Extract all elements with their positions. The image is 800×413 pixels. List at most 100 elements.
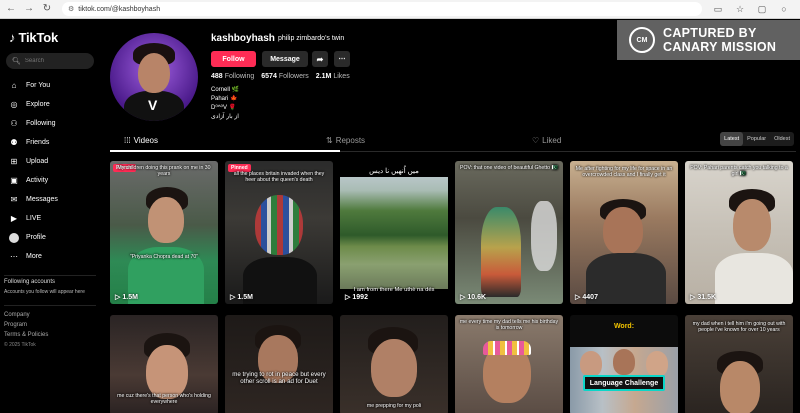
video-card[interactable]: my dad when i tell him i'm going out wit… bbox=[685, 315, 793, 413]
video-card[interactable]: POV: Pahari parents catch you talking to… bbox=[685, 161, 793, 304]
sidebar-item-label: LIVE bbox=[26, 215, 42, 222]
footer-link-program[interactable]: Program bbox=[4, 322, 96, 328]
search-input[interactable] bbox=[24, 58, 85, 64]
followers-count: 6574 bbox=[261, 73, 277, 80]
sidebar-item-for-you[interactable]: ⌂ For You bbox=[9, 76, 58, 95]
tab-reposts[interactable]: ⇅ Reposts bbox=[326, 136, 365, 145]
message-button[interactable]: Message bbox=[262, 51, 308, 67]
video-caption: POV: Pahari parents catch you talking to… bbox=[690, 165, 788, 178]
sidebar-item-label: Explore bbox=[26, 101, 50, 108]
back-icon[interactable]: ← bbox=[4, 2, 18, 16]
sidebar-item-label: More bbox=[26, 253, 42, 260]
play-icon: ▷ bbox=[690, 294, 696, 301]
following-icon: ⚇ bbox=[10, 119, 18, 128]
sidebar-item-more[interactable]: ⋯ More bbox=[9, 247, 58, 266]
sidebar-item-messages[interactable]: ✉ Messages bbox=[9, 190, 58, 209]
video-card[interactable]: Me after fighting for my life for space … bbox=[570, 161, 678, 304]
site-info-icon[interactable]: ⚙ bbox=[68, 5, 74, 13]
more-options-icon[interactable]: ⋯ bbox=[334, 51, 350, 67]
avatar: V bbox=[110, 33, 198, 121]
view-count: ▷ 10.6K bbox=[460, 293, 487, 302]
forward-icon[interactable]: → bbox=[22, 2, 36, 16]
upload-icon: ⊞ bbox=[10, 157, 18, 166]
sidebar-item-profile[interactable]: Profile bbox=[9, 228, 58, 247]
active-tab-indicator bbox=[110, 150, 340, 152]
view-count: ▷ 1.5M bbox=[230, 293, 253, 302]
bio-line: Pahari 🍁 bbox=[211, 96, 238, 102]
following-label: Following bbox=[224, 73, 255, 80]
messages-icon: ✉ bbox=[10, 195, 18, 204]
grid-icon: ⁞⁞⁞ bbox=[124, 136, 131, 145]
video-caption: Me after fighting for my life for space … bbox=[575, 166, 673, 179]
tab-videos[interactable]: ⁞⁞⁞ Videos bbox=[124, 136, 158, 145]
video-card[interactable]: POV: that one video of beautiful Ghetto … bbox=[455, 161, 563, 304]
video-card[interactable]: me trying to rot in peace but every othe… bbox=[225, 315, 333, 413]
search-box[interactable]: 🔍︎ bbox=[6, 53, 94, 69]
following-accounts-subtitle: Accounts you follow will appear here bbox=[4, 289, 85, 295]
view-count: ▷ 1992 bbox=[345, 293, 368, 302]
sort-oldest[interactable]: Oldest bbox=[770, 132, 794, 146]
bookmark-star-icon[interactable]: ☆ bbox=[734, 4, 746, 15]
sidebar-item-live[interactable]: ▶ LIVE bbox=[9, 209, 58, 228]
profile-circle-icon[interactable]: ○ bbox=[778, 4, 790, 14]
video-caption: my dad when i tell him i'm going out wit… bbox=[692, 321, 786, 334]
video-caption: me prepping for my poli bbox=[366, 403, 422, 409]
profile-bio: Cornell 🌿 Pahari 🍁 D⁰^⁰V 🌹 از بار آزادی bbox=[211, 86, 239, 122]
sort-latest[interactable]: Latest bbox=[720, 132, 744, 146]
sidebar-item-explore[interactable]: ◎ Explore bbox=[9, 95, 58, 114]
extensions-icon[interactable]: ▢ bbox=[756, 4, 768, 15]
address-bar[interactable]: ⚙ tiktok.com/@kashboyhash bbox=[62, 2, 702, 16]
compass-icon: ◎ bbox=[10, 100, 18, 109]
watermark: CM CAPTURED BY CANARY MISSION bbox=[617, 20, 800, 60]
heart-outline-icon: ♡ bbox=[532, 136, 540, 145]
following-accounts-section: Following accounts Accounts you follow w… bbox=[4, 275, 96, 295]
share-icon[interactable]: ➦ bbox=[312, 51, 328, 67]
play-icon: ▷ bbox=[575, 294, 581, 301]
bio-line: D⁰^⁰V 🌹 bbox=[211, 105, 237, 111]
sidebar-item-label: Profile bbox=[26, 234, 46, 241]
tiktok-logo[interactable]: ♪ TikTok bbox=[9, 30, 58, 45]
tab-label: Liked bbox=[542, 136, 562, 145]
footer-link-terms[interactable]: Terms & Policies bbox=[4, 332, 96, 338]
tab-liked[interactable]: ♡ Liked bbox=[532, 136, 561, 145]
video-caption: me trying to rot in peace but every othe… bbox=[232, 371, 326, 386]
footer-link-company[interactable]: Company bbox=[4, 312, 96, 318]
video-card[interactable]: me cuz there's that person who's holding… bbox=[110, 315, 218, 413]
video-card[interactable]: Pinned all the places britain invaded wh… bbox=[225, 161, 333, 304]
sidebar-item-label: Following bbox=[26, 120, 56, 127]
video-card[interactable]: Word: Language Challenge bbox=[570, 315, 678, 413]
reload-icon[interactable]: ↻ bbox=[40, 2, 54, 16]
video-caption: all the places britain invaded when they… bbox=[233, 171, 325, 184]
sidebar-item-friends[interactable]: ⚉ Friends bbox=[9, 133, 58, 152]
sidebar-item-label: Upload bbox=[26, 158, 49, 165]
likes-label: Likes bbox=[333, 73, 350, 80]
view-count: ▷ 31.5K bbox=[690, 293, 717, 302]
sidebar-item-label: Messages bbox=[26, 196, 58, 203]
canary-mission-seal-icon: CM bbox=[629, 27, 655, 53]
video-card[interactable]: میں اُنھیں نا دیس I am from there Me uth… bbox=[340, 161, 448, 304]
video-card[interactable]: Pinned My children doing this prank on m… bbox=[110, 161, 218, 304]
bio-line: Cornell 🌿 bbox=[211, 87, 240, 93]
view-count: ▷ 1.5M bbox=[115, 293, 138, 302]
follow-button[interactable]: Follow bbox=[211, 51, 256, 67]
cast-icon[interactable]: ▭ bbox=[712, 4, 724, 15]
followers-stat[interactable]: 6574 Followers bbox=[261, 73, 309, 80]
sidebar-item-following[interactable]: ⚇ Following bbox=[9, 114, 58, 133]
live-icon: ▶ bbox=[10, 214, 18, 223]
video-caption: میں اُنھیں نا دیس bbox=[369, 168, 419, 175]
sidebar-item-activity[interactable]: ▣ Activity bbox=[9, 171, 58, 190]
view-count: ▷ 4407 bbox=[575, 293, 598, 302]
video-caption: "Priyanka Chopra dead at 70" bbox=[129, 254, 199, 260]
video-caption: My children doing this prank on me in 30… bbox=[117, 165, 211, 178]
sidebar-item-upload[interactable]: ⊞ Upload bbox=[9, 152, 58, 171]
more-icon: ⋯ bbox=[10, 252, 18, 261]
video-card[interactable]: me prepping for my poli bbox=[340, 315, 448, 413]
profile-icon bbox=[9, 232, 19, 243]
play-icon: ▷ bbox=[115, 294, 121, 301]
friends-icon: ⚉ bbox=[10, 138, 18, 147]
sort-popular[interactable]: Popular bbox=[743, 132, 770, 146]
following-stat[interactable]: 488 Following bbox=[211, 73, 254, 80]
sidebar-item-label: For You bbox=[26, 82, 51, 89]
video-caption: me cuz there's that person who's holding… bbox=[117, 393, 211, 406]
video-card[interactable]: me every time my dad tells me his birthd… bbox=[455, 315, 563, 413]
